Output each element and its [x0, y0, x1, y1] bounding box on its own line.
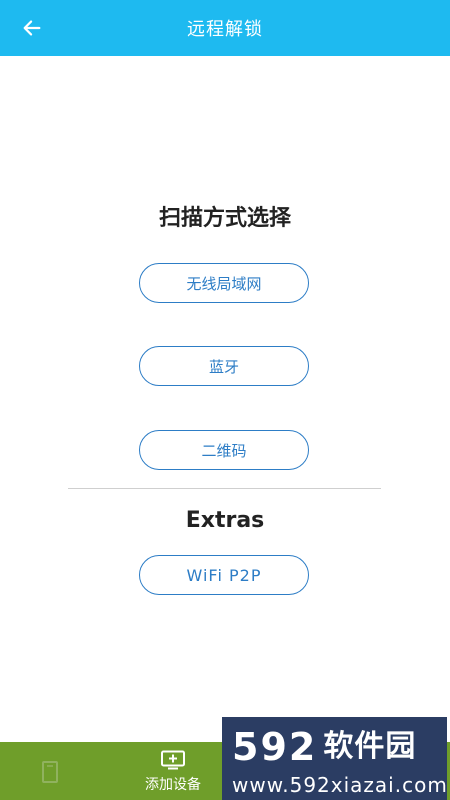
monitor-plus-icon [161, 750, 185, 770]
add-device-label: 添加设备 [145, 777, 201, 793]
bluetooth-button[interactable]: 蓝牙 [139, 346, 309, 386]
divider [68, 488, 381, 489]
page-title: 远程解锁 [187, 19, 263, 40]
wifi-p2p-button[interactable]: WiFi P2P [139, 555, 309, 595]
scan-method-title: 扫描方式选择 [158, 206, 291, 231]
wifi-lan-button[interactable]: 无线局域网 [139, 263, 309, 303]
watermark-logo: 592 软件园 [232, 725, 437, 769]
watermark-name: 软件园 [323, 729, 417, 764]
watermark-number: 592 [232, 725, 318, 769]
device-icon [42, 761, 58, 783]
watermark-badge: 592 软件园 www.592xiazai.com [222, 717, 447, 800]
extras-title: Extras [185, 508, 265, 533]
arrow-left-icon [23, 20, 41, 36]
qr-code-button[interactable]: 二维码 [139, 430, 309, 470]
app-bar: 远程解锁 [0, 0, 450, 56]
watermark-url: www.592xiazai.com [232, 773, 448, 797]
add-device-button[interactable]: 添加设备 [130, 750, 216, 800]
back-button[interactable] [12, 8, 52, 48]
